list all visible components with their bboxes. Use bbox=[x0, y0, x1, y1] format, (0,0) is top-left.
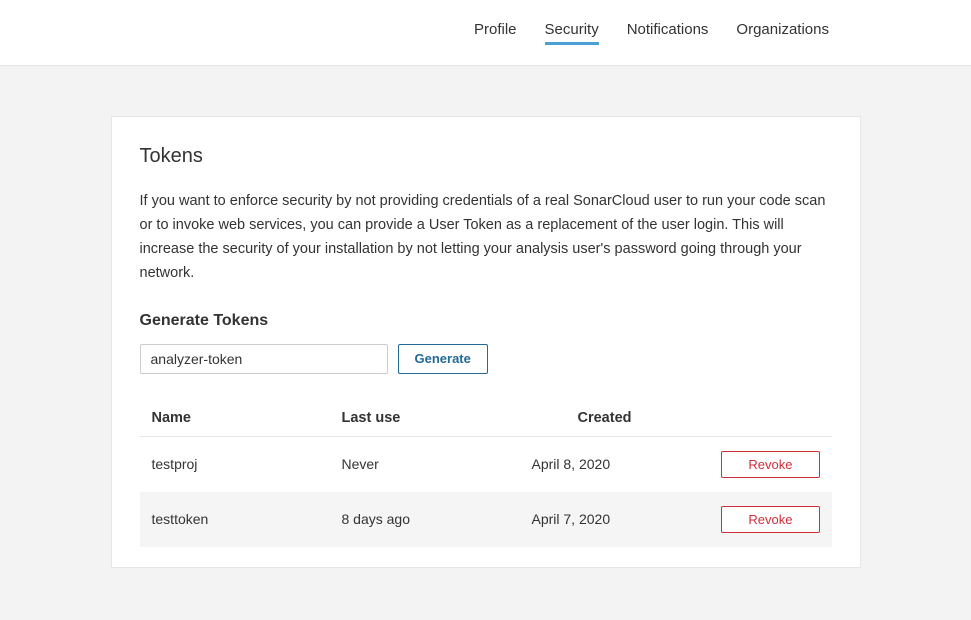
token-created-cell: April 7, 2020 bbox=[520, 492, 690, 547]
token-name-input[interactable] bbox=[140, 344, 388, 374]
token-action-cell: Revoke bbox=[690, 436, 832, 492]
token-last-use-cell: Never bbox=[330, 436, 520, 492]
tokens-card: Tokens If you want to enforce security b… bbox=[111, 116, 861, 568]
token-created-cell: April 8, 2020 bbox=[520, 436, 690, 492]
token-name-cell: testtoken bbox=[140, 492, 330, 547]
table-row: testtoken 8 days ago April 7, 2020 Revok… bbox=[140, 492, 832, 547]
generate-token-row: Generate bbox=[140, 344, 832, 374]
col-header-action bbox=[690, 400, 832, 437]
nav-security[interactable]: Security bbox=[545, 21, 599, 45]
generate-tokens-title: Generate Tokens bbox=[140, 312, 832, 330]
col-header-created: Created bbox=[520, 400, 690, 437]
col-header-name: Name bbox=[140, 400, 330, 437]
token-last-use-cell: 8 days ago bbox=[330, 492, 520, 547]
generate-button[interactable]: Generate bbox=[398, 344, 488, 374]
token-name-cell: testproj bbox=[140, 436, 330, 492]
revoke-button[interactable]: Revoke bbox=[721, 451, 819, 478]
tokens-description: If you want to enforce security by not p… bbox=[140, 190, 832, 286]
nav-notifications[interactable]: Notifications bbox=[627, 21, 709, 45]
token-action-cell: Revoke bbox=[690, 492, 832, 547]
col-header-last-use: Last use bbox=[330, 400, 520, 437]
account-nav: Profile Security Notifications Organizat… bbox=[474, 21, 829, 45]
nav-profile[interactable]: Profile bbox=[474, 21, 517, 45]
table-row: testproj Never April 8, 2020 Revoke bbox=[140, 436, 832, 492]
top-nav-bar: Profile Security Notifications Organizat… bbox=[0, 0, 971, 66]
revoke-button[interactable]: Revoke bbox=[721, 506, 819, 533]
nav-organizations[interactable]: Organizations bbox=[736, 21, 829, 45]
tokens-table: Name Last use Created testproj Never Apr… bbox=[140, 400, 832, 547]
tokens-title: Tokens bbox=[140, 145, 832, 168]
